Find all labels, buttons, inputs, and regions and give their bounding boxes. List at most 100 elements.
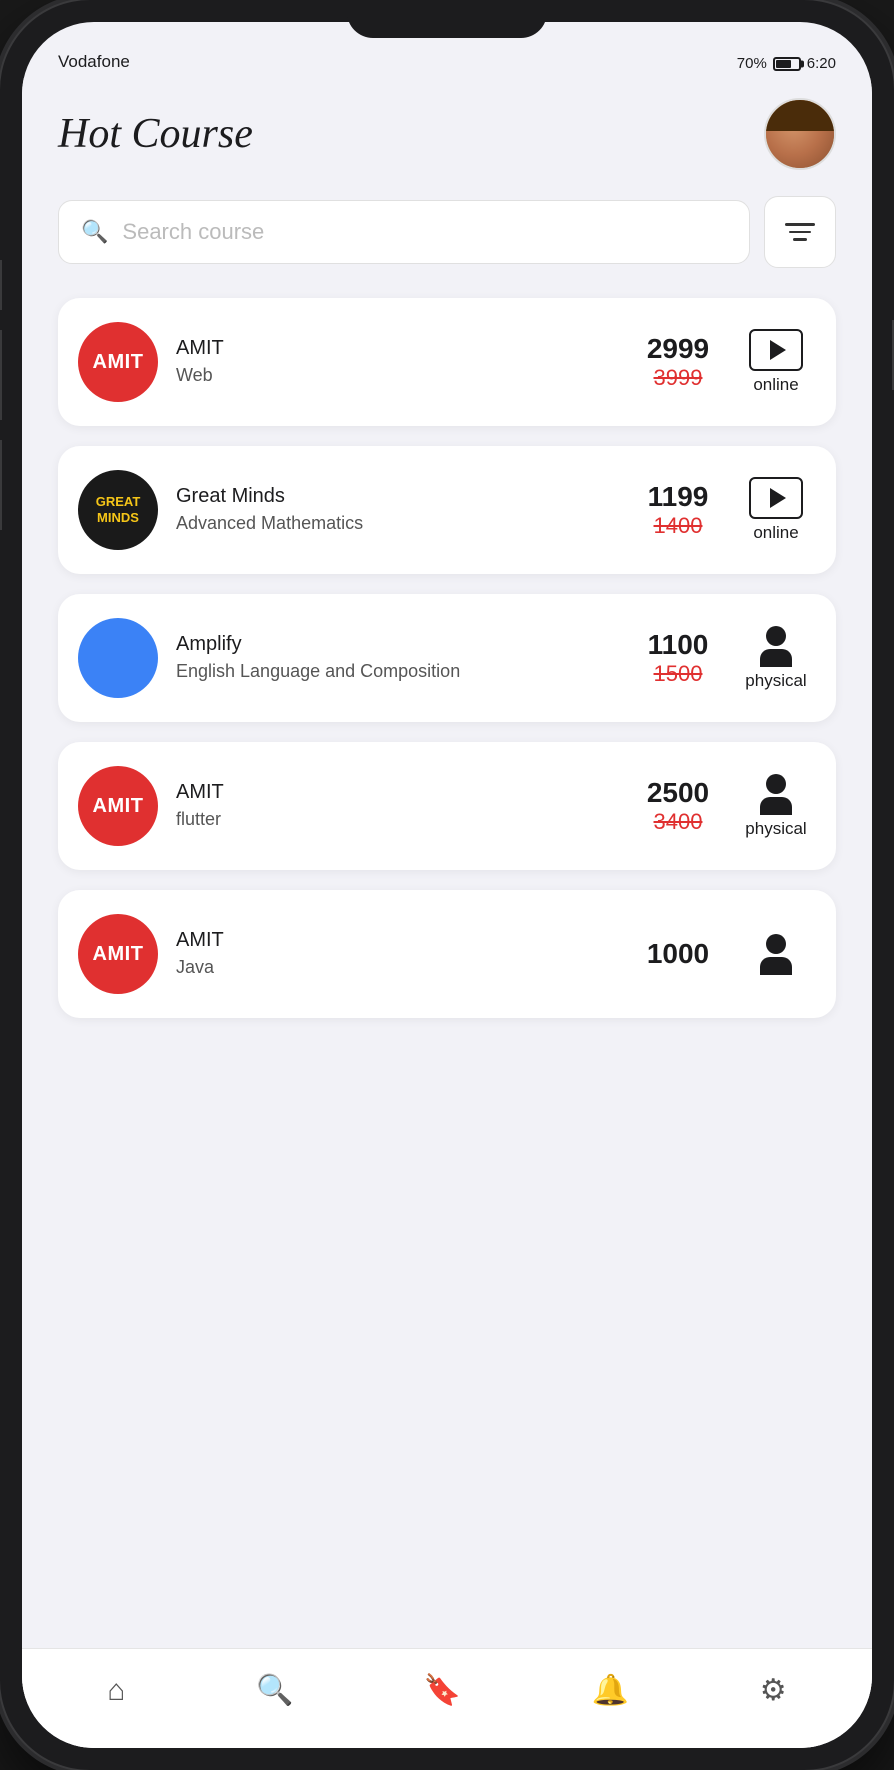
course-logo-4: AMIT [78, 766, 158, 846]
search-box[interactable]: 🔍 Search course [58, 200, 750, 264]
person-head-4 [766, 774, 786, 794]
person-icon-4 [760, 774, 792, 815]
person-head-5 [766, 934, 786, 954]
price-original-3: 1500 [654, 661, 703, 687]
course-type-5 [736, 934, 816, 975]
filter-line-2 [789, 231, 811, 234]
course-card-1[interactable]: AMIT AMIT Web 2999 3999 online [58, 298, 836, 426]
course-card-4[interactable]: AMIT AMIT flutter 2500 3400 p [58, 742, 836, 870]
volume-down-button [0, 440, 2, 530]
search-container: 🔍 Search course [22, 186, 872, 288]
course-type-1: online [736, 329, 816, 395]
course-type-3: physical [736, 626, 816, 691]
course-info-1: AMIT Web [176, 337, 620, 387]
course-logo-1: AMIT [78, 322, 158, 402]
settings-icon: ⚙ [760, 1673, 787, 1708]
search-nav-icon: 🔍 [256, 1673, 293, 1708]
battery-percent: 70% [737, 55, 767, 72]
video-icon-1 [749, 329, 803, 371]
course-pricing-2: 1199 1400 [638, 481, 718, 539]
type-label-2: online [753, 523, 798, 543]
search-placeholder: Search course [122, 219, 264, 245]
course-name-2: Advanced Mathematics [176, 512, 620, 535]
great-minds-logo: GREATMINDS [96, 494, 141, 525]
price-original-4: 3400 [654, 809, 703, 835]
battery-icon [773, 57, 801, 71]
person-icon-3 [760, 626, 792, 667]
home-icon: ⌂ [107, 1674, 125, 1708]
course-info-3: Amplify English Language and Composition [176, 633, 620, 683]
play-triangle-2 [770, 488, 786, 508]
bookmark-icon: 🔖 [424, 1673, 461, 1708]
status-right: 70% 6:20 [737, 55, 836, 72]
phone-frame: Vodafone 70% 6:20 Hot Course [0, 0, 894, 1770]
course-provider-2: Great Minds [176, 485, 620, 508]
price-current-3: 1100 [648, 629, 709, 661]
course-name-1: Web [176, 364, 620, 387]
course-logo-5: AMIT [78, 914, 158, 994]
person-head-3 [766, 626, 786, 646]
filter-line-1 [785, 223, 815, 226]
type-label-4: physical [745, 819, 806, 839]
time-label: 6:20 [807, 55, 836, 72]
phone-screen: Vodafone 70% 6:20 Hot Course [22, 22, 872, 1748]
app-header: Hot Course [22, 78, 872, 186]
person-icon-5 [760, 934, 792, 975]
price-current-2: 1199 [648, 481, 709, 513]
person-body-5 [760, 957, 792, 975]
notification-icon: 🔔 [592, 1673, 629, 1708]
type-label-1: online [753, 375, 798, 395]
app-content: Hot Course 🔍 Search course [22, 78, 872, 1748]
course-provider-1: AMIT [176, 337, 620, 360]
course-provider-3: Amplify [176, 633, 620, 656]
course-provider-4: AMIT [176, 781, 620, 804]
course-pricing-3: 1100 1500 [638, 629, 718, 687]
course-list: AMIT AMIT Web 2999 3999 online [22, 288, 872, 1648]
price-current-1: 2999 [647, 333, 709, 365]
nav-bookmark[interactable]: 🔖 [408, 1665, 477, 1716]
price-original-1: 3999 [654, 365, 703, 391]
nav-settings[interactable]: ⚙ [744, 1665, 803, 1716]
bottom-nav: ⌂ 🔍 🔖 🔔 ⚙ [22, 1648, 872, 1748]
course-info-4: AMIT flutter [176, 781, 620, 831]
volume-up-button [0, 330, 2, 420]
course-type-2: online [736, 477, 816, 543]
nav-notification[interactable]: 🔔 [576, 1665, 645, 1716]
avatar[interactable] [764, 98, 836, 170]
filter-icon [785, 223, 815, 241]
course-pricing-1: 2999 3999 [638, 333, 718, 391]
person-body-3 [760, 649, 792, 667]
mute-button [0, 260, 2, 310]
course-type-4: physical [736, 774, 816, 839]
course-name-4: flutter [176, 808, 620, 831]
filter-line-3 [793, 238, 807, 241]
price-original-2: 1400 [654, 513, 703, 539]
notch [347, 0, 547, 38]
course-provider-5: AMIT [176, 929, 620, 952]
course-name-3: English Language and Composition [176, 660, 620, 683]
carrier-label: Vodafone [58, 52, 130, 72]
search-icon: 🔍 [81, 219, 108, 245]
avatar-hair [766, 100, 834, 131]
person-body-4 [760, 797, 792, 815]
play-triangle-1 [770, 340, 786, 360]
course-info-5: AMIT Java [176, 929, 620, 979]
type-label-3: physical [745, 671, 806, 691]
price-current-5: 1000 [647, 938, 709, 970]
course-logo-2: GREATMINDS [78, 470, 158, 550]
app-title: Hot Course [58, 110, 253, 158]
course-name-5: Java [176, 956, 620, 979]
filter-button[interactable] [764, 196, 836, 268]
course-card-2[interactable]: GREATMINDS Great Minds Advanced Mathemat… [58, 446, 836, 574]
course-info-2: Great Minds Advanced Mathematics [176, 485, 620, 535]
price-current-4: 2500 [647, 777, 709, 809]
nav-home[interactable]: ⌂ [91, 1666, 141, 1716]
course-card-3[interactable]: Amplify English Language and Composition… [58, 594, 836, 722]
nav-search[interactable]: 🔍 [240, 1665, 309, 1716]
course-pricing-4: 2500 3400 [638, 777, 718, 835]
course-pricing-5: 1000 [638, 938, 718, 970]
avatar-face [766, 100, 834, 168]
course-logo-3 [78, 618, 158, 698]
course-card-5[interactable]: AMIT AMIT Java 1000 [58, 890, 836, 1018]
video-icon-2 [749, 477, 803, 519]
